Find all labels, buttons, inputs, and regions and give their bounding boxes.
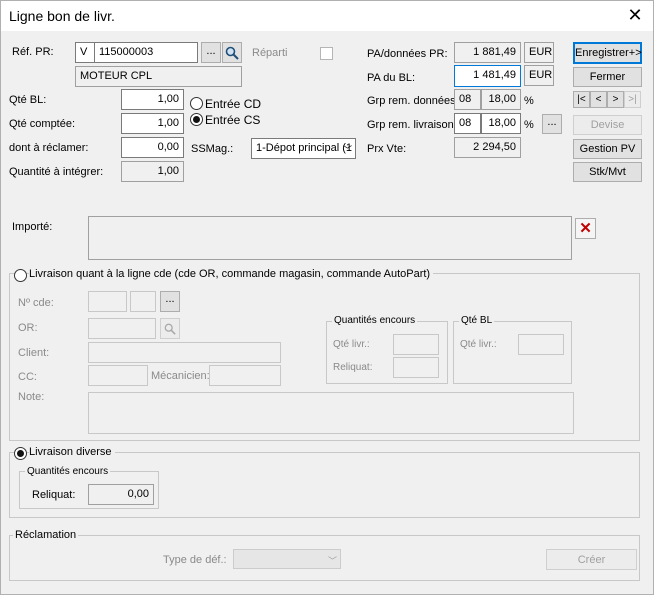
pa-pr-label: PA/données PR:: [367, 48, 448, 60]
dialog-window: Ligne bon de livr. ✕ Réf. PR: V 11500000…: [0, 0, 654, 595]
grp-donnees-label: Grp rem. données: [367, 95, 456, 107]
qte-bl-livr-label: Qté livr.:: [460, 339, 497, 350]
prx-vte-label: Prx Vte:: [367, 143, 407, 155]
diverse-reliquat-label: Reliquat:: [32, 489, 76, 501]
qte-bl-label: Qté BL:: [9, 94, 47, 106]
importe-field: [88, 216, 572, 260]
close-icon[interactable]: ✕: [625, 5, 645, 25]
pa-pr-currency: EUR: [524, 42, 554, 63]
entree-cd-label: Entrée CD: [205, 97, 262, 111]
search-icon: [164, 323, 176, 335]
ref-pr-browse-button[interactable]: ...: [201, 42, 221, 63]
diverse-encours-title: Quantités encours: [25, 466, 111, 477]
chevron-down-icon: ﹀: [342, 145, 352, 155]
grp-livraison-label: Grp rem. livraison:: [367, 119, 457, 131]
close-icon: ✕: [579, 220, 592, 237]
qte-encours-title: Quantités encours: [332, 315, 418, 326]
prx-vte-field: 2 294,50: [454, 137, 521, 158]
pa-bl-field[interactable]: 1 481,49: [454, 65, 521, 87]
cc-label: CC:: [18, 371, 37, 383]
no-cde-field: [88, 291, 127, 312]
qte-comptee-label: Qté comptée:: [9, 118, 76, 130]
importe-label: Importé:: [12, 221, 53, 233]
client-label: Client:: [18, 347, 50, 359]
grp-browse-button[interactable]: ...: [542, 114, 562, 134]
entree-cs-radio[interactable]: [190, 113, 203, 126]
nav-first-button[interactable]: |<: [573, 91, 590, 108]
window-title: Ligne bon de livr.: [9, 8, 115, 24]
ssmag-label: SSMag.:: [191, 143, 234, 155]
qte-livr-label: Qté livr.:: [333, 339, 370, 350]
title-bar: Ligne bon de livr. ✕: [1, 1, 653, 31]
fermer-button[interactable]: Fermer: [573, 67, 642, 87]
nav-prev-button[interactable]: <: [590, 91, 607, 108]
delete-import-button[interactable]: ✕: [575, 218, 596, 239]
reliquat-cde-field: [393, 357, 439, 378]
type-def-label: Type de déf.:: [163, 554, 227, 566]
qte-bl-livr-field: [518, 334, 564, 355]
ref-pr-prefix-field[interactable]: V: [75, 42, 95, 63]
type-def-select[interactable]: ﹀: [233, 549, 341, 569]
pa-bl-label: PA du BL:: [367, 72, 416, 84]
livraison-cde-radio[interactable]: [14, 269, 27, 282]
gestion-pv-button[interactable]: Gestion PV: [573, 139, 642, 159]
qte-comptee-field[interactable]: 1,00: [121, 113, 184, 134]
a-integrer-label: Quantité à intégrer:: [9, 166, 104, 178]
ssmag-value: 1-Dépot principal (1: [256, 142, 352, 154]
ref-pr-label: Réf. PR:: [12, 46, 54, 58]
diverse-reliquat-field: 0,00: [88, 484, 154, 505]
devise-button[interactable]: Devise: [573, 115, 642, 135]
no-cde-suffix-field: [130, 291, 156, 312]
search-button[interactable]: [222, 42, 242, 63]
client-field: [88, 342, 281, 363]
nav-next-button[interactable]: >: [607, 91, 624, 108]
grp-donnees-code: 08: [454, 89, 481, 110]
pa-bl-currency: EUR: [524, 65, 554, 86]
reparti-checkbox[interactable]: [320, 47, 333, 60]
chevron-down-icon: ﹀: [327, 556, 337, 566]
note-field: [88, 392, 574, 434]
or-search-button[interactable]: [160, 318, 180, 339]
entree-cs-label: Entrée CS: [205, 113, 261, 127]
ref-pr-code-field[interactable]: 115000003: [94, 42, 198, 63]
ssmag-select[interactable]: 1-Dépot principal (1 ﹀: [251, 138, 356, 159]
search-icon: [225, 46, 239, 60]
reclamation-title: Réclamation: [13, 529, 79, 541]
mecanicien-field: [209, 365, 281, 386]
livraison-cde-label: Livraison quant à la ligne cde (cde OR, …: [29, 268, 434, 280]
livraison-diverse-label: Livraison diverse: [29, 446, 115, 458]
or-label: OR:: [18, 322, 38, 334]
grp-donnees-value: 18,00: [481, 89, 521, 110]
nav-last-button[interactable]: >|: [624, 91, 641, 108]
a-reclamer-field[interactable]: 0,00: [121, 137, 184, 158]
qte-bl-title: Qté BL: [459, 315, 495, 326]
reparti-label: Réparti: [252, 47, 288, 59]
reliquat-cde-label: Reliquat:: [333, 362, 373, 373]
cc-field: [88, 365, 148, 386]
grp-livraison-percent: %: [524, 119, 534, 131]
grp-donnees-percent: %: [524, 95, 534, 107]
entree-cd-radio[interactable]: [190, 97, 203, 110]
ref-pr-description: MOTEUR CPL: [75, 66, 242, 87]
a-reclamer-label: dont à réclamer:: [9, 142, 89, 154]
stk-mvt-button[interactable]: Stk/Mvt: [573, 162, 642, 182]
creer-button[interactable]: Créer: [546, 549, 637, 570]
pa-pr-field: 1 881,49: [454, 42, 521, 63]
a-integrer-field: 1,00: [121, 161, 184, 182]
qte-livr-field: [393, 334, 439, 355]
mecanicien-label: Mécanicien:: [151, 370, 210, 382]
no-cde-browse-button[interactable]: ...: [160, 291, 180, 312]
or-field: [88, 318, 156, 339]
grp-livraison-code[interactable]: 08: [454, 113, 481, 134]
no-cde-label: Nº cde:: [18, 297, 54, 309]
grp-livraison-value[interactable]: 18,00: [481, 113, 521, 134]
livraison-diverse-radio[interactable]: [14, 447, 27, 460]
note-label: Note:: [18, 391, 45, 403]
enregistrer-button[interactable]: Enregistrer+>: [573, 42, 642, 64]
qte-bl-field[interactable]: 1,00: [121, 89, 184, 110]
